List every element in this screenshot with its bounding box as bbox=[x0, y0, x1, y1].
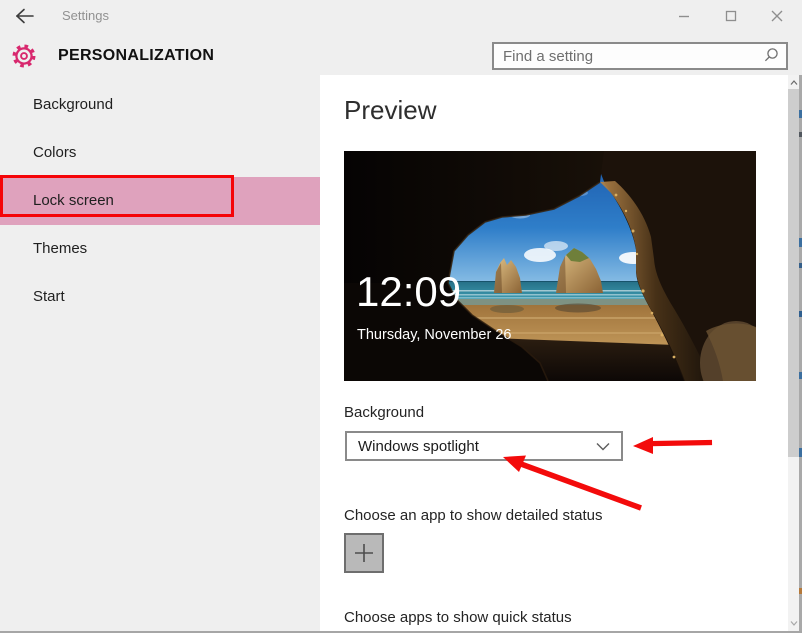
lock-screen-date: Thursday, November 26 bbox=[357, 327, 511, 343]
background-label: Background bbox=[344, 404, 424, 421]
chevron-down-icon bbox=[596, 442, 610, 451]
close-button[interactable] bbox=[760, 4, 794, 28]
preview-heading: Preview bbox=[344, 95, 436, 126]
add-detailed-status-app-button[interactable] bbox=[344, 533, 384, 573]
scrollbar-thumb[interactable] bbox=[788, 89, 799, 457]
search-icon[interactable] bbox=[762, 47, 780, 65]
close-icon bbox=[771, 10, 783, 22]
search-box[interactable] bbox=[492, 42, 788, 70]
scrollbar[interactable] bbox=[788, 75, 799, 633]
sidebar-item-colors[interactable]: Colors bbox=[0, 129, 320, 177]
background-dropdown[interactable]: Windows spotlight bbox=[345, 431, 623, 461]
search-input[interactable] bbox=[494, 48, 762, 65]
plus-icon bbox=[354, 543, 374, 563]
sidebar-item-lock-screen[interactable]: Lock screen bbox=[0, 177, 320, 225]
background-dropdown-value: Windows spotlight bbox=[347, 438, 596, 455]
back-button[interactable] bbox=[13, 6, 37, 26]
scrollbar-down-icon[interactable] bbox=[790, 619, 798, 627]
sidebar-item-start[interactable]: Start bbox=[0, 273, 320, 321]
window-header: Settings PERSONALIZATION bbox=[0, 0, 802, 75]
lock-screen-preview: 12:09 Thursday, November 26 bbox=[344, 151, 756, 381]
maximize-button[interactable] bbox=[714, 4, 748, 28]
sidebar: Background Colors Lock screen Themes Sta… bbox=[0, 75, 320, 633]
page-title: PERSONALIZATION bbox=[58, 47, 214, 65]
personalization-gear-icon bbox=[11, 43, 37, 69]
sidebar-item-background[interactable]: Background bbox=[0, 81, 320, 129]
maximize-icon bbox=[725, 10, 737, 22]
window-title: Settings bbox=[62, 8, 109, 23]
back-arrow-icon bbox=[17, 10, 33, 23]
quick-status-label: Choose apps to show quick status bbox=[344, 609, 572, 626]
minimize-button[interactable] bbox=[667, 4, 701, 28]
scrollbar-up-icon[interactable] bbox=[790, 79, 798, 87]
lock-screen-time: 12:09 bbox=[356, 268, 461, 315]
settings-window: Settings PERSONALIZATION bbox=[0, 0, 802, 633]
minimize-icon bbox=[678, 10, 690, 22]
detailed-status-label: Choose an app to show detailed status bbox=[344, 507, 603, 524]
sidebar-item-themes[interactable]: Themes bbox=[0, 225, 320, 273]
